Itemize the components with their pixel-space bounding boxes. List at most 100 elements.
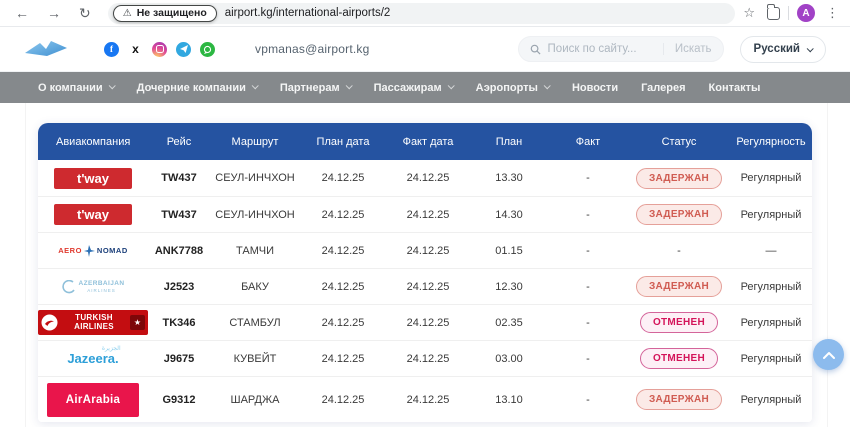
menu-dots-icon[interactable]: ⋮ — [823, 5, 842, 21]
table-row[interactable]: t'way TW437 СЕУЛ-ИНЧХОН 24.12.25 24.12.2… — [38, 160, 812, 196]
table-row[interactable]: Jazeera. الجزيرة J9675 КУВЕЙТ 24.12.25 2… — [38, 340, 812, 376]
flight-number: ANK7788 — [148, 245, 210, 257]
fact-date: 24.12.25 — [386, 353, 470, 365]
whatsapp-icon[interactable] — [200, 42, 215, 57]
fact-date: 24.12.25 — [386, 209, 470, 221]
route: СЕУЛ-ИНЧХОН — [210, 172, 300, 184]
warning-icon: ⚠ — [123, 8, 132, 19]
table-row[interactable]: AZERBAIJAN AIRLINES J2523 БАКУ 24.12.25 … — [38, 268, 812, 304]
table-row[interactable]: TURKISH AIRLINES ★ TK346 СТАМБУЛ 24.12.2… — [38, 304, 812, 340]
chevron-down-icon — [252, 82, 259, 89]
col-fact-time: Факт — [548, 136, 628, 148]
airline-logo-airarabia: AirArabia — [38, 383, 148, 417]
col-airline: Авиакомпания — [38, 136, 148, 148]
chevron-down-icon — [447, 82, 454, 89]
plan-date: 24.12.25 — [300, 172, 386, 184]
telegram-icon[interactable] — [176, 42, 191, 57]
route: ТАМЧИ — [210, 245, 300, 257]
airline-logo-jazeera: Jazeera. الجزيرة — [38, 351, 148, 366]
flight-number: TK346 — [148, 317, 210, 329]
route: БАКУ — [210, 281, 300, 293]
social-links: f x — [104, 42, 215, 57]
bird-icon — [84, 245, 95, 257]
airline-logo-azerbaijan: AZERBAIJAN AIRLINES — [38, 280, 148, 294]
bookmark-star-icon[interactable]: ☆ — [739, 5, 759, 21]
nav-item-partners[interactable]: Партнерам — [280, 82, 351, 94]
plan-date: 24.12.25 — [300, 353, 386, 365]
divider — [788, 6, 789, 20]
profile-avatar[interactable]: A — [797, 4, 815, 22]
url-text: airport.kg/international-airports/2 — [225, 7, 391, 19]
nav-item-gallery[interactable]: Галерея — [641, 82, 685, 94]
regularity: Регулярный — [730, 353, 812, 365]
star-icon: ★ — [130, 315, 145, 330]
status-cell: - — [628, 245, 730, 257]
plan-time: 01.15 — [470, 245, 548, 257]
forward-icon[interactable]: → — [40, 6, 68, 20]
table-row[interactable]: AERO NOMAD ANK7788 ТАМЧИ 24.12.25 24.12.… — [38, 232, 812, 268]
col-flight: Рейс — [148, 136, 210, 148]
chevron-down-icon — [108, 82, 115, 89]
table-header-row: Авиакомпания Рейс Маршрут План дата Факт… — [38, 123, 812, 160]
facebook-icon[interactable]: f — [104, 42, 119, 57]
plan-date: 24.12.25 — [300, 209, 386, 221]
table-row[interactable]: AirArabia G9312 ШАРДЖА 24.12.25 24.12.25… — [38, 376, 812, 422]
address-bar[interactable]: ⚠ Не защищено airport.kg/international-a… — [108, 3, 736, 24]
instagram-icon[interactable] — [152, 42, 167, 57]
plan-time: 14.30 — [470, 209, 548, 221]
route: СТАМБУЛ — [210, 317, 300, 329]
nav-item-passengers[interactable]: Пассажирам — [374, 82, 453, 94]
site-logo-icon[interactable] — [24, 40, 70, 58]
airline-logo-tway: t'way — [38, 168, 148, 189]
status-cell: ОТМЕНЕН — [628, 312, 730, 333]
browser-actions: ☆ A ⋮ — [739, 4, 842, 22]
airline-logo-aero-nomad: AERO NOMAD — [38, 245, 148, 257]
chevron-down-icon — [807, 45, 814, 52]
nav-item-news[interactable]: Новости — [572, 82, 618, 94]
plan-time: 03.00 — [470, 353, 548, 365]
arabic-script: الجزيرة — [102, 345, 121, 352]
col-plan-date: План дата — [300, 136, 386, 148]
search-input[interactable] — [548, 43, 659, 55]
contact-email[interactable]: vpmanas@airport.kg — [255, 42, 370, 56]
regularity: Регулярный — [730, 281, 812, 293]
language-selector[interactable]: Русский — [740, 36, 826, 63]
nav-item-about[interactable]: О компании — [38, 82, 114, 94]
nav-item-contacts[interactable]: Контакты — [709, 82, 761, 94]
chevron-up-icon — [823, 351, 835, 359]
route: ШАРДЖА — [210, 394, 300, 406]
fact-time: - — [548, 394, 628, 406]
chevron-down-icon — [345, 82, 352, 89]
fact-time: - — [548, 281, 628, 293]
extensions-icon[interactable] — [767, 7, 780, 20]
flight-number: TW437 — [148, 209, 210, 221]
main-nav: О компании Дочерние компании Партнерам П… — [0, 72, 850, 103]
site-search[interactable]: Искать — [518, 36, 724, 62]
fact-date: 24.12.25 — [386, 394, 470, 406]
fact-time: - — [548, 245, 628, 257]
status-badge: ЗАДЕРЖАН — [636, 276, 722, 297]
search-button[interactable]: Искать — [663, 43, 712, 55]
plan-date: 24.12.25 — [300, 281, 386, 293]
x-twitter-icon[interactable]: x — [128, 42, 143, 57]
scroll-to-top-button[interactable] — [813, 339, 844, 370]
table-row[interactable]: t'way TW437 СЕУЛ-ИНЧХОН 24.12.25 24.12.2… — [38, 196, 812, 232]
back-icon[interactable]: ← — [8, 6, 36, 20]
status-badge: ЗАДЕРЖАН — [636, 389, 722, 410]
status-cell: ЗАДЕРЖАН — [628, 276, 730, 297]
nav-item-subsidiaries[interactable]: Дочерние компании — [137, 82, 257, 94]
status-cell: ОТМЕНЕН — [628, 348, 730, 369]
route: КУВЕЙТ — [210, 353, 300, 365]
chevron-down-icon — [544, 82, 551, 89]
security-chip[interactable]: ⚠ Не защищено — [113, 5, 217, 22]
plan-time: 02.35 — [470, 317, 548, 329]
browser-toolbar: ← → ↻ ⚠ Не защищено airport.kg/internati… — [0, 0, 850, 27]
nav-item-airports[interactable]: Аэропорты — [476, 82, 549, 94]
status-cell: ЗАДЕРЖАН — [628, 204, 730, 225]
reload-icon[interactable]: ↻ — [72, 6, 98, 20]
fact-time: - — [548, 209, 628, 221]
airline-logo-tway: t'way — [38, 204, 148, 225]
status-badge: ЗАДЕРЖАН — [636, 168, 722, 189]
flight-number: J9675 — [148, 353, 210, 365]
plan-time: 12.30 — [470, 281, 548, 293]
